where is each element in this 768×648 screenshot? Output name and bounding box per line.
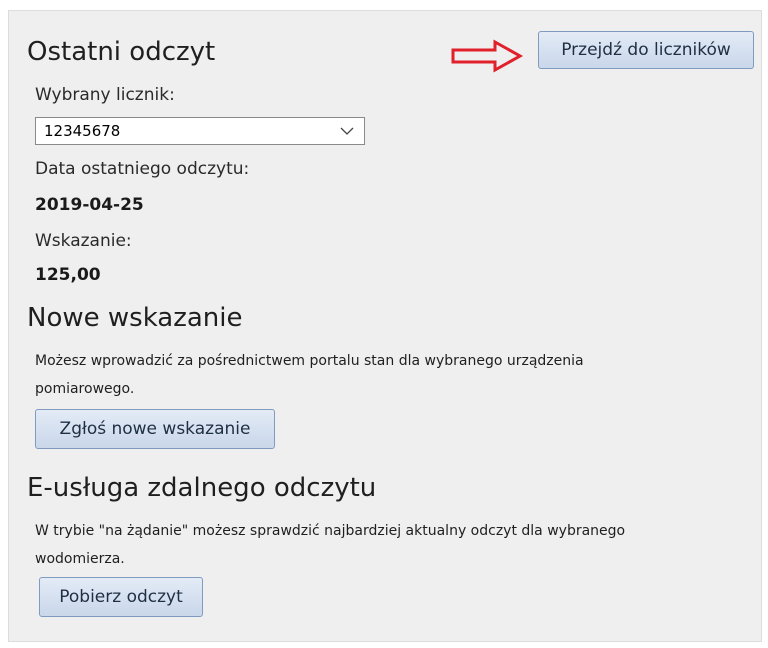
report-new-indication-button[interactable]: Zgłoś nowe wskazanie [35,409,275,449]
new-indication-description-line2: pomiarowego. [35,381,135,397]
last-reading-title: Ostatni odczyt [27,37,216,67]
selected-meter-label: Wybrany licznik: [35,85,175,105]
indication-label: Wskazanie: [35,231,132,251]
fetch-reading-button[interactable]: Pobierz odczyt [39,577,203,617]
new-indication-description: Możesz wprowadzić za pośrednictwem porta… [35,353,584,369]
right-arrow-outline-icon [451,39,524,73]
new-indication-title: Nowe wskazanie [27,303,243,333]
remote-reading-description: W trybie "na żądanie" możesz sprawdzić n… [35,523,626,539]
go-to-meters-button[interactable]: Przejdź do liczników [538,31,754,69]
remote-reading-title: E-usługa zdalnego odczytu [27,473,377,503]
meter-select[interactable]: 12345678 [35,117,365,145]
chevron-down-icon [340,127,354,135]
meter-panel: Ostatni odczyt Przejdź do liczników Wybr… [8,10,762,642]
remote-reading-description-line2: wodomierza. [35,551,125,567]
meter-select-value: 12345678 [44,122,121,140]
last-reading-date-label: Data ostatniego odczytu: [35,159,250,179]
indication-value: 125,00 [35,265,101,285]
last-reading-date-value: 2019-04-25 [35,195,144,215]
